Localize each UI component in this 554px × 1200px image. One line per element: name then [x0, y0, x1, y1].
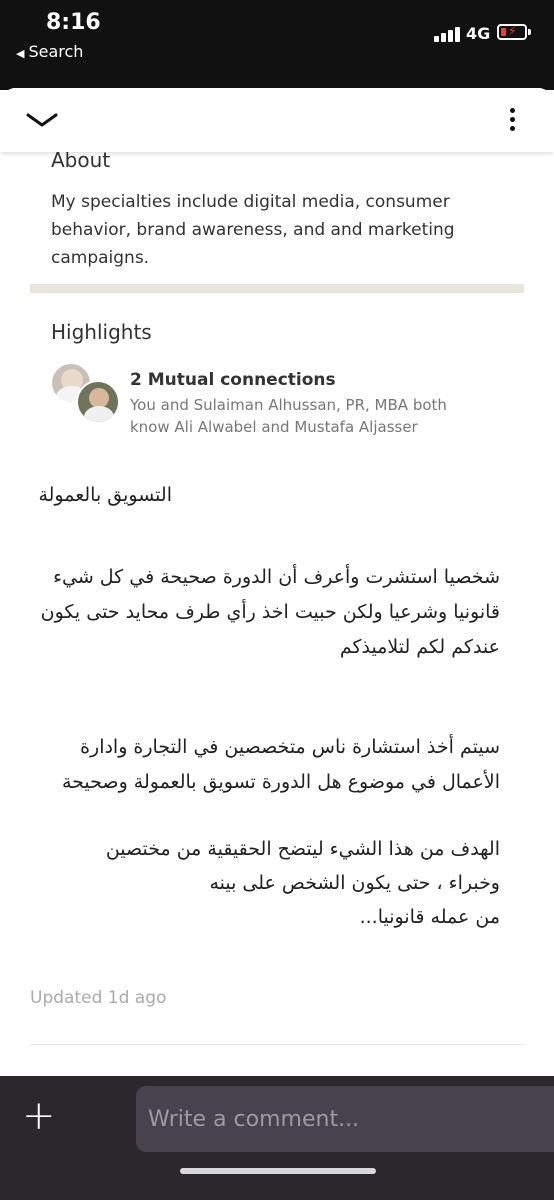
about-text: My specialties include digital media, co… [51, 192, 455, 268]
post-paragraph: شخصيا استشرت وأعرف أن الدورة صحيحة في كل… [40, 566, 500, 658]
network-type: 4G [466, 24, 491, 43]
updated-timestamp: Updated 1d ago [30, 988, 167, 1008]
highlights-heading: Highlights [51, 320, 152, 344]
post-paragraph: سيتم أخذ استشارة ناس متخصصين في التجارة … [61, 736, 500, 793]
more-options-icon[interactable] [500, 104, 524, 136]
add-attachment-icon[interactable]: + [22, 1096, 56, 1136]
home-indicator [180, 1168, 376, 1174]
comment-bar: + [0, 1076, 554, 1200]
status-bar: 8:16 ◀ Search 4G ⚡ [0, 0, 554, 90]
avatar[interactable] [76, 380, 120, 424]
status-time: 8:16 [46, 10, 101, 35]
mutual-connections-description: You and Sulaiman Alhussan, PR, MBA both … [130, 396, 447, 436]
comment-input[interactable] [136, 1086, 554, 1152]
sheet-header [0, 88, 554, 152]
back-label: Search [28, 42, 84, 61]
divider [30, 1044, 524, 1045]
post-paragraph-line: من عمله قانونيا... [359, 906, 500, 928]
post-heading: التسويق بالعمولة [38, 484, 172, 506]
back-arrow-icon: ◀ [16, 47, 25, 60]
battery-icon: ⚡ [497, 24, 531, 40]
mutual-connections-link[interactable]: 2 Mutual connections [130, 370, 336, 390]
cellular-signal-icon [434, 26, 464, 42]
chevron-down-icon[interactable] [24, 108, 60, 132]
section-divider [30, 284, 524, 293]
back-to-search-link[interactable]: ◀ Search [16, 42, 83, 61]
post-paragraph-line: الهدف من هذا الشيء ليتضح الحقيقية من مخت… [105, 838, 500, 860]
post-paragraph-line: وخبراء ، حتى يكون الشخص على بينه [209, 872, 500, 894]
profile-sheet: About My specialties include digital med… [0, 88, 554, 1200]
